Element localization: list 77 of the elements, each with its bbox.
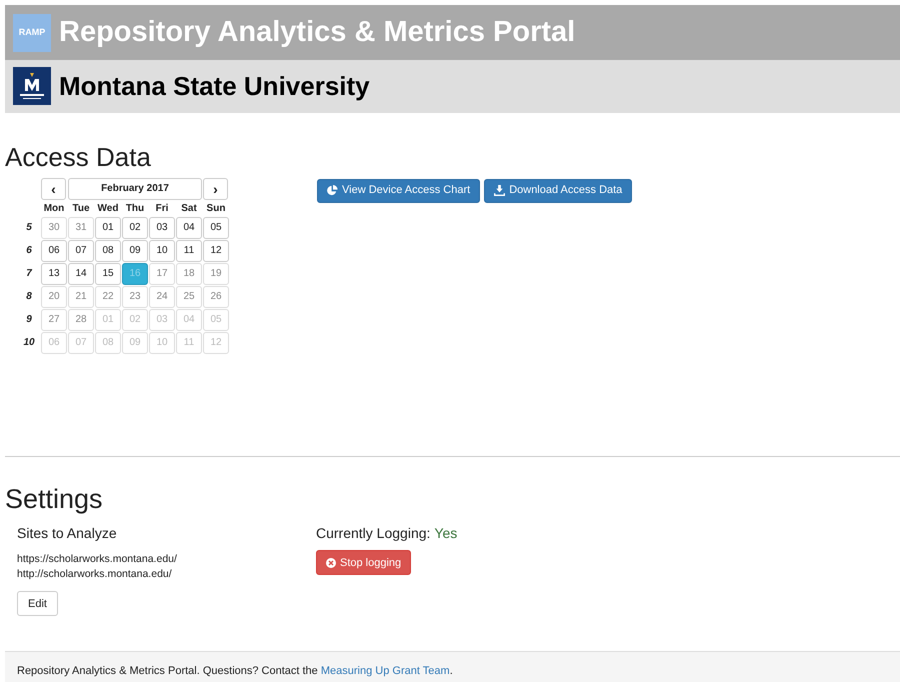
calendar-day[interactable]: 17	[149, 262, 175, 285]
next-month-button[interactable]: ›	[203, 178, 228, 200]
calendar-day[interactable]: 11	[176, 332, 202, 354]
calendar-day[interactable]: 01	[95, 308, 121, 331]
weekday-label: Sun	[206, 202, 226, 214]
calendar-day[interactable]: 07	[68, 240, 94, 262]
calendar-day[interactable]: 04	[176, 308, 202, 331]
week-number: 5	[26, 222, 32, 234]
weekday-label: Thu	[126, 202, 144, 214]
weekday-label: Mon	[44, 202, 64, 214]
pie-chart-icon	[327, 185, 338, 196]
action-button[interactable]: Download Access Data	[484, 178, 632, 203]
calendar-day[interactable]: 19	[203, 262, 229, 285]
calendar-day[interactable]: 09	[122, 240, 148, 262]
download-icon	[494, 185, 506, 196]
sites-heading: Sites to Analyze	[17, 524, 117, 544]
calendar-day[interactable]: 04	[176, 216, 202, 239]
calendar-day[interactable]: 25	[176, 286, 202, 308]
weekday-label: Sat	[181, 202, 197, 214]
logging-label: Currently Logging:	[316, 524, 430, 544]
calendar-day[interactable]: 22	[95, 286, 121, 308]
footer-link[interactable]: Measuring Up Grant Team	[320, 665, 450, 677]
calendar-day[interactable]: 08	[95, 240, 121, 262]
edit-button[interactable]: Edit	[17, 591, 58, 616]
institution-name: Montana State University	[59, 70, 370, 103]
stop-logging-button[interactable]: Stop logging	[316, 550, 412, 576]
ramp-logo: RAMP	[13, 14, 51, 52]
university-logo	[13, 67, 51, 106]
action-button[interactable]: View Device Access Chart	[317, 178, 480, 203]
calendar-day[interactable]: 02	[122, 216, 148, 239]
calendar-day[interactable]: 14	[68, 262, 94, 285]
week-number: 8	[26, 291, 32, 302]
week-number: 7	[26, 268, 32, 280]
calendar-day[interactable]: 03	[149, 308, 175, 331]
calendar-day[interactable]: 01	[95, 216, 121, 239]
calendar-day[interactable]: 15	[95, 262, 121, 285]
calendar-day[interactable]: 09	[122, 332, 148, 354]
section-heading: Access Data	[5, 140, 152, 173]
portal-title: Repository Analytics & Metrics Portal	[59, 14, 576, 50]
close-icon	[326, 558, 336, 568]
calendar-day[interactable]: 31	[68, 216, 94, 239]
calendar-day[interactable]: 07	[68, 332, 94, 354]
calendar-day[interactable]: 27	[41, 308, 67, 331]
week-number: 10	[23, 337, 35, 348]
week-number: 6	[26, 245, 32, 256]
weekday-label: Fri	[156, 202, 168, 214]
footer-text: Repository Analytics & Metrics Portal. Questions? Contact the Measuring Up Grant Team.	[17, 665, 453, 677]
month-title-button[interactable]: February 2017	[68, 178, 202, 200]
calendar-day[interactable]: 28	[68, 308, 94, 331]
calendar-day[interactable]: 02	[122, 308, 148, 331]
calendar-day[interactable]: 10	[149, 332, 175, 354]
weekday-label: Tue	[72, 202, 90, 214]
calendar-day[interactable]: 05	[203, 216, 229, 239]
previous-month-button[interactable]: ‹	[41, 178, 66, 200]
calendar-day[interactable]: 06	[41, 332, 67, 354]
calendar-day[interactable]: 03	[149, 216, 175, 239]
calendar-day[interactable]: 08	[95, 332, 121, 354]
calendar-day[interactable]: 30	[41, 216, 67, 239]
site-url: http://scholarworks.montana.edu/	[17, 567, 173, 582]
logging-status: Yes	[434, 524, 458, 544]
calendar-day[interactable]: 23	[122, 286, 148, 308]
section-heading: Settings	[5, 483, 104, 516]
calendar-day[interactable]: 10	[149, 240, 175, 262]
site-url: https://scholarworks.montana.edu/	[17, 552, 177, 568]
calendar-day[interactable]: 12	[203, 240, 229, 262]
calendar-day[interactable]: 11	[176, 240, 202, 262]
calendar-day[interactable]: 12	[203, 332, 229, 354]
weekday-label: Wed	[98, 202, 118, 214]
calendar-day[interactable]: 13	[41, 262, 67, 285]
calendar-day[interactable]: 24	[149, 286, 175, 308]
calendar-day[interactable]: 18	[176, 262, 202, 285]
calendar-day[interactable]: 06	[41, 240, 67, 262]
calendar-day[interactable]: 26	[203, 286, 229, 308]
calendar-day[interactable]: 20	[41, 286, 67, 308]
week-number: 9	[26, 314, 32, 326]
calendar-day[interactable]: 21	[68, 286, 94, 308]
calendar-day[interactable]: 05	[203, 308, 229, 331]
